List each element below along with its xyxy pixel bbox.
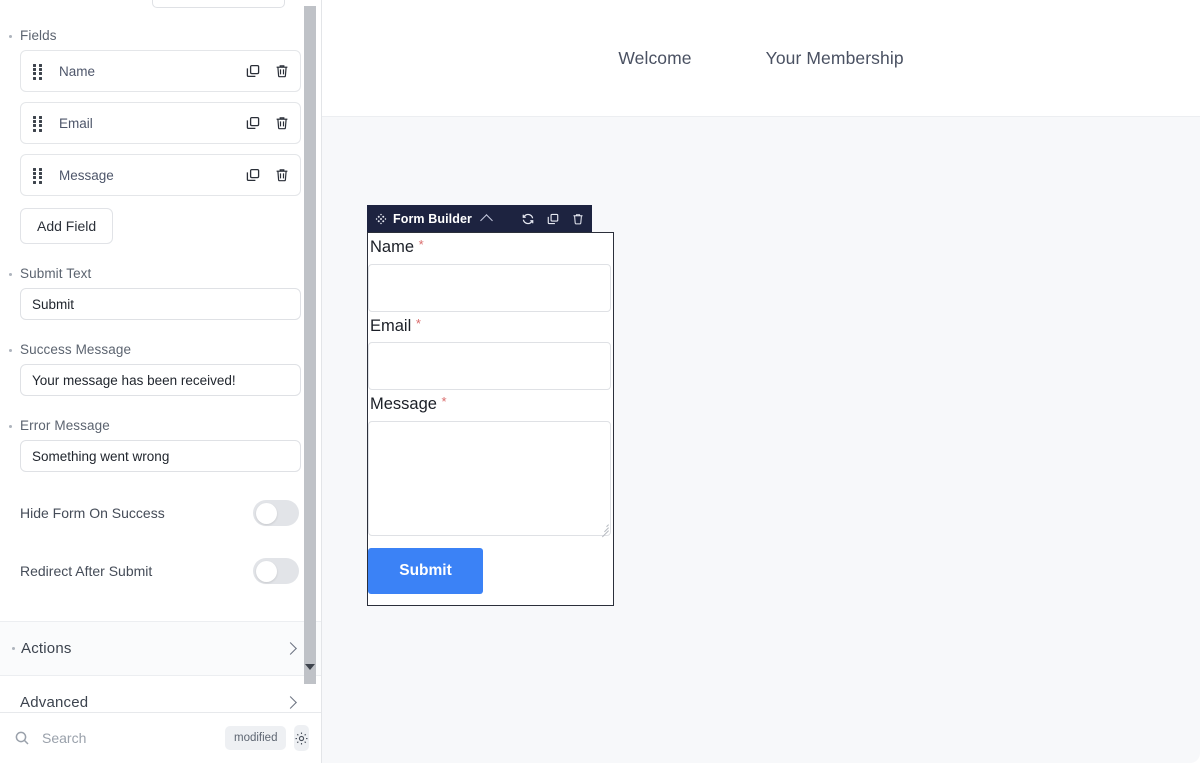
widget-header-toolbar[interactable]: Form Builder	[367, 205, 592, 232]
form-label-text: Name	[370, 238, 415, 256]
gear-icon[interactable]	[294, 725, 310, 751]
form-label-email: Email *	[368, 312, 613, 343]
success-message-label-text: Success Message	[20, 342, 132, 357]
submit-text-label: Submit Text	[9, 266, 301, 281]
search-icon	[14, 730, 30, 746]
hide-form-on-success-toggle[interactable]	[253, 500, 299, 526]
add-field-button[interactable]: Add Field	[20, 208, 114, 244]
bullet-dot-icon	[9, 34, 12, 38]
form-input-email[interactable]	[368, 342, 611, 391]
form-field-name: Name *	[368, 233, 613, 312]
fields-label-text: Fields	[20, 28, 57, 43]
clipped-input-above[interactable]	[152, 0, 285, 8]
sidebar-scrollbar[interactable]	[304, 6, 316, 684]
search-input[interactable]	[40, 729, 225, 747]
field-label: Email	[59, 115, 93, 131]
accordion-advanced[interactable]: Advanced	[0, 676, 321, 712]
required-marker: *	[441, 394, 447, 410]
accordion-advanced-label: Advanced	[20, 694, 89, 711]
bullet-dot-icon	[12, 647, 15, 650]
duplicate-icon[interactable]	[244, 63, 261, 80]
form-input-name[interactable]	[368, 263, 611, 312]
toggle-label: Redirect After Submit	[20, 563, 153, 579]
widget-form-body: Name * Email * Message * Submit	[367, 232, 614, 606]
scrollbar-thumb[interactable]	[304, 6, 316, 684]
field-row-actions	[244, 115, 290, 132]
form-field-email: Email *	[368, 312, 613, 391]
error-message-label: Error Message	[9, 418, 301, 433]
field-row-name[interactable]: Name	[20, 50, 301, 92]
nav-link-welcome[interactable]: Welcome	[618, 48, 691, 69]
preview-canvas: Welcome Your Membership Form Builder Nam…	[322, 0, 1200, 763]
success-message-label: Success Message	[9, 342, 301, 357]
required-marker: *	[418, 237, 424, 252]
form-submit-button[interactable]: Submit	[368, 547, 483, 594]
field-list: Name Email Message	[0, 50, 321, 196]
chevron-right-icon[interactable]	[284, 642, 297, 655]
bullet-dot-icon	[9, 272, 12, 276]
widget-title: Form Builder	[393, 211, 472, 226]
error-message-input[interactable]	[20, 440, 301, 472]
fields-section-label: Fields	[0, 28, 321, 43]
widget-header-actions	[521, 212, 585, 226]
inspector-scroll-area: Fields Name Email Message Add Field Subm…	[0, 0, 321, 712]
trash-icon[interactable]	[571, 212, 585, 226]
trash-icon[interactable]	[273, 167, 290, 184]
redirect-after-submit-toggle[interactable]	[253, 558, 299, 584]
duplicate-icon[interactable]	[546, 212, 560, 226]
property-submit-text: Submit Text	[0, 266, 321, 320]
property-success-message: Success Message	[0, 342, 321, 396]
drag-handle-icon[interactable]	[33, 64, 43, 80]
bullet-dot-icon	[9, 348, 12, 352]
drag-handle-icon[interactable]	[33, 116, 43, 132]
nav-link-your-membership[interactable]: Your Membership	[766, 48, 904, 69]
scroll-down-arrow-icon[interactable]	[305, 664, 315, 670]
refresh-icon[interactable]	[521, 212, 535, 226]
submit-text-input[interactable]	[20, 288, 301, 320]
toggle-knob	[256, 502, 277, 524]
success-message-input[interactable]	[20, 364, 301, 396]
form-label-text: Email	[370, 316, 412, 335]
field-label: Name	[59, 63, 96, 79]
form-label-text: Message	[370, 395, 437, 414]
accordion-actions-label: Actions	[21, 640, 72, 657]
inspector-sidebar: Fields Name Email Message Add Field Subm…	[0, 0, 322, 763]
toggle-row-hide-form-on-success: Hide Form On Success	[0, 496, 321, 530]
property-error-message: Error Message	[0, 418, 321, 472]
sidebar-footer-search: modified	[0, 712, 321, 763]
error-message-label-text: Error Message	[20, 418, 110, 433]
field-label: Message	[59, 167, 114, 183]
bullet-dot-icon	[9, 424, 12, 428]
fields-section: Fields Name Email Message Add Field	[0, 0, 321, 244]
status-badge: modified	[225, 726, 287, 750]
field-row-actions	[244, 63, 290, 80]
required-marker: *	[415, 315, 421, 331]
toggle-row-redirect-after-submit: Redirect After Submit	[0, 554, 321, 588]
duplicate-icon[interactable]	[244, 115, 261, 132]
accordion-group: Actions Advanced	[0, 621, 321, 712]
field-row-actions	[244, 167, 290, 184]
drag-handle-icon[interactable]	[33, 168, 43, 184]
site-navigation: Welcome Your Membership	[322, 0, 1200, 117]
submit-text-label-text: Submit Text	[20, 266, 92, 281]
move-icon[interactable]	[375, 213, 387, 225]
toggle-knob	[256, 560, 277, 582]
field-row-message[interactable]: Message	[20, 154, 301, 196]
accordion-actions[interactable]: Actions	[0, 622, 321, 676]
trash-icon[interactable]	[273, 63, 290, 80]
form-textarea-message[interactable]	[368, 420, 611, 536]
chevron-right-icon[interactable]	[284, 696, 297, 709]
form-builder-editor: Fields Name Email Message Add Field Subm…	[0, 0, 1200, 763]
trash-icon[interactable]	[273, 115, 290, 132]
chevron-up-icon[interactable]	[480, 213, 493, 227]
form-field-message: Message *	[368, 390, 613, 538]
form-label-message: Message *	[368, 390, 613, 421]
toggle-label: Hide Form On Success	[20, 505, 165, 521]
field-row-email[interactable]: Email	[20, 102, 301, 144]
duplicate-icon[interactable]	[244, 167, 261, 184]
form-label-name: Name *	[368, 233, 613, 264]
